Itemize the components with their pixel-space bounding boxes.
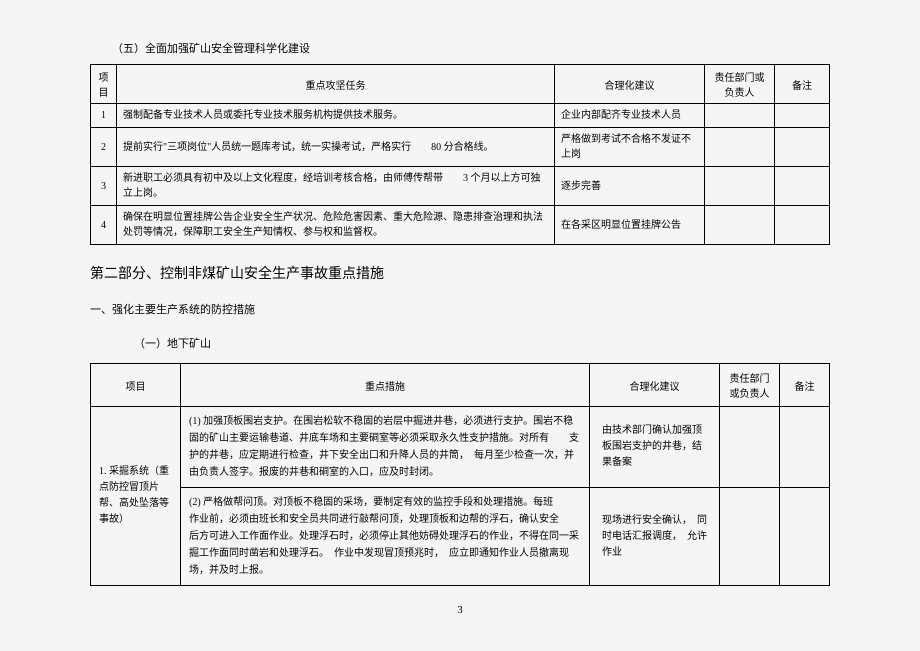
table-header-row: 项目 重点攻坚任务 合理化建议 责任部门或负责人 备注: [91, 65, 830, 104]
table-row: (2) 严格做帮问顶。对顶板不稳固的采场，要制定有效的监控手段和处理措施。每班 …: [91, 488, 830, 586]
col-header-task: 重点攻坚任务: [117, 65, 555, 104]
cell-num: 3: [91, 167, 117, 206]
table-row: 1 强制配备专业技术人员或委托专业技术服务机构提供技术服务。 企业内部配齐专业技…: [91, 104, 830, 128]
cell-suggest: 由技术部门确认加强顶板围岩支护的井巷，结果备案: [590, 407, 720, 488]
cell-note: [775, 104, 830, 128]
cell-task: 强制配备专业技术人员或委托专业技术服务机构提供技术服务。: [117, 104, 555, 128]
cell-dept: [705, 104, 775, 128]
part-2-title: 第二部分、控制非煤矿山安全生产事故重点措施: [90, 263, 830, 283]
cell-num: 1: [91, 104, 117, 128]
table-row: 3 新进职工必须具有初中及以上文化程度，经培训考核合格，由师傅传帮带 3 个月以…: [91, 167, 830, 206]
table-row: 2 提前实行"三项岗位"人员统一题库考试，统一实操考试，严格实行 80 分合格线…: [91, 128, 830, 167]
cell-suggest: 企业内部配齐专业技术人员: [555, 104, 705, 128]
sub-heading-1: 一、强化主要生产系统的防控措施: [90, 301, 830, 317]
section-5-title: （五）全面加强矿山安全管理科学化建设: [112, 40, 830, 56]
cell-measure: (2) 严格做帮问顶。对顶板不稳固的采场，要制定有效的监控手段和处理措施。每班 …: [181, 488, 590, 586]
cell-num: 2: [91, 128, 117, 167]
cell-suggest: 逐步完善: [555, 167, 705, 206]
col-header-num: 项目: [91, 65, 117, 104]
col-header-measure: 重点措施: [181, 364, 590, 407]
col-header-dept: 责任部门或负责人: [720, 364, 780, 407]
sub-sub-heading-1: （一）地下矿山: [134, 335, 830, 351]
cell-num: 4: [91, 206, 117, 245]
cell-task: 确保在明显位置挂牌公告企业安全生产状况、危险危害因素、重大危险源、隐患排查治理和…: [117, 206, 555, 245]
col-header-suggest: 合理化建议: [555, 65, 705, 104]
table-row: 1. 采掘系统（重点防控冒顶片帮、高处坠落等事故） (1) 加强顶板围岩支护。在…: [91, 407, 830, 488]
col-header-suggest: 合理化建议: [590, 364, 720, 407]
cell-suggest: 在各采区明显位置挂牌公告: [555, 206, 705, 245]
table-row: 4 确保在明显位置挂牌公告企业安全生产状况、危险危害因素、重大危险源、隐患排查治…: [91, 206, 830, 245]
page-number: 3: [90, 604, 830, 616]
col-header-item: 项目: [91, 364, 181, 407]
cell-dept: [720, 488, 780, 586]
col-header-note: 备注: [775, 65, 830, 104]
cell-note: [775, 128, 830, 167]
cell-suggest: 严格做到考试不合格不发证不上岗: [555, 128, 705, 167]
table-header-row: 项目 重点措施 合理化建议 责任部门或负责人 备注: [91, 364, 830, 407]
cell-dept: [705, 167, 775, 206]
cell-note: [775, 167, 830, 206]
table-1: 项目 重点攻坚任务 合理化建议 责任部门或负责人 备注 1 强制配备专业技术人员…: [90, 64, 830, 245]
cell-dept: [720, 407, 780, 488]
col-header-dept: 责任部门或负责人: [705, 65, 775, 104]
cell-measure: (1) 加强顶板围岩支护。在围岩松软不稳固的岩层中掘进井巷，必须进行支护。围岩不…: [181, 407, 590, 488]
cell-task: 提前实行"三项岗位"人员统一题库考试，统一实操考试，严格实行 80 分合格线。: [117, 128, 555, 167]
cell-note: [775, 206, 830, 245]
cell-item: 1. 采掘系统（重点防控冒顶片帮、高处坠落等事故）: [91, 407, 181, 586]
col-header-note: 备注: [780, 364, 830, 407]
cell-dept: [705, 128, 775, 167]
table-2: 项目 重点措施 合理化建议 责任部门或负责人 备注 1. 采掘系统（重点防控冒顶…: [90, 363, 830, 586]
cell-dept: [705, 206, 775, 245]
cell-note: [780, 488, 830, 586]
cell-suggest: 现场进行安全确认， 同时电话汇报调度， 允许作业: [590, 488, 720, 586]
cell-note: [780, 407, 830, 488]
cell-task: 新进职工必须具有初中及以上文化程度，经培训考核合格，由师傅传帮带 3 个月以上方…: [117, 167, 555, 206]
